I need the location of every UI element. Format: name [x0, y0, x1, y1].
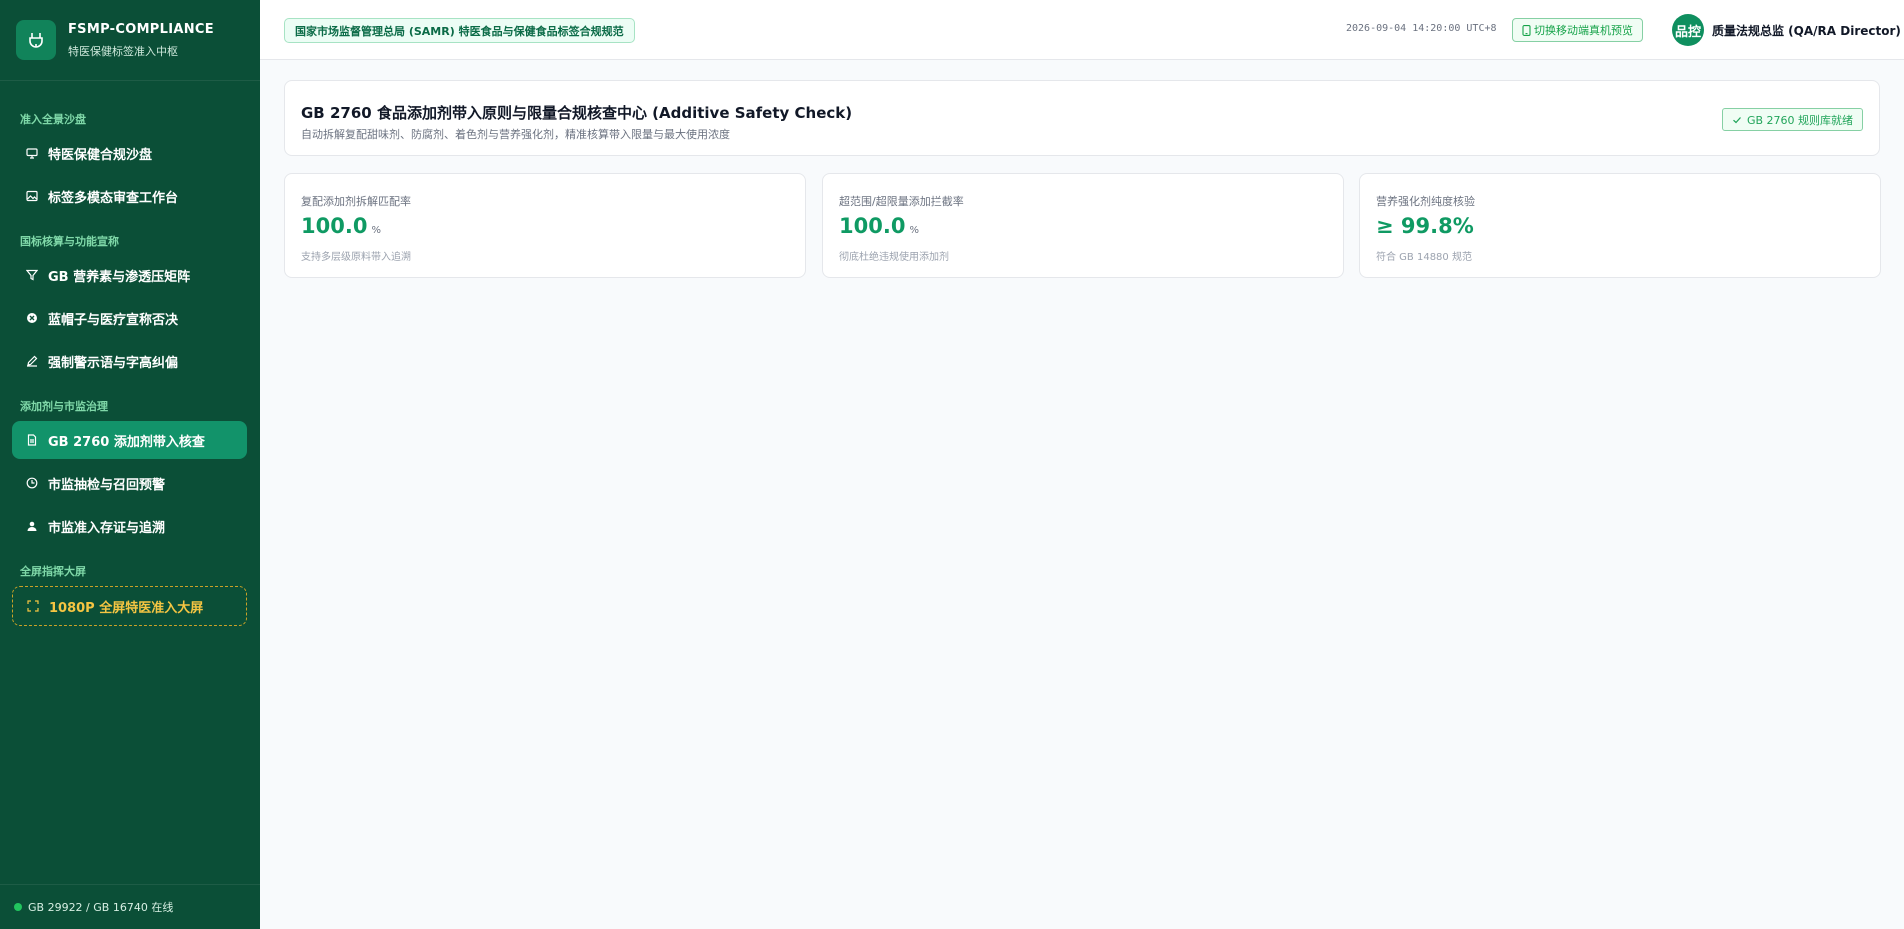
nav-group-standards: 国标核算与功能宣称 — [20, 235, 119, 248]
sidebar-item-label-review[interactable]: 标签多模态审查工作台 — [12, 177, 247, 215]
metric-value: 100.0% — [301, 214, 381, 238]
brand-subtitle: 特医保健标签准入中枢 — [68, 44, 178, 58]
brand-logo-icon — [16, 20, 56, 60]
mobile-preview-label: 切换移动端真机预览 — [1534, 24, 1633, 37]
sidebar-item-label: 强制警示语与字高纠偏 — [48, 355, 179, 371]
metric-note: 符合 GB 14880 规范 — [1376, 252, 1472, 263]
sidebar-item-label: GB 2760 添加剂带入核查 — [48, 434, 205, 450]
clock-icon — [26, 477, 38, 489]
sidebar-item-label: 市监准入存证与追溯 — [48, 520, 166, 536]
sidebar-item-recall-warning[interactable]: 市监抽检与召回预警 — [12, 464, 247, 502]
online-status-dot — [14, 903, 22, 911]
phone-icon — [1522, 24, 1531, 36]
mobile-preview-button[interactable]: 切换移动端真机预览 — [1512, 18, 1643, 42]
brand-title: FSMP-COMPLIANCE — [68, 21, 214, 37]
x-circle-icon — [26, 312, 38, 324]
brand: FSMP-COMPLIANCE 特医保健标签准入中枢 — [0, 0, 260, 81]
avatar[interactable]: 品控 — [1672, 14, 1704, 46]
filter-icon — [26, 269, 38, 281]
nav-group-bigscreen: 全屏指挥大屏 — [20, 565, 86, 578]
metric-card-decomposition: 复配添加剂拆解匹配率 100.0% 支持多层级原料带入追溯 — [284, 173, 806, 278]
sidebar-item-nutrient-matrix[interactable]: GB 营养素与渗透压矩阵 — [12, 256, 247, 294]
pen-icon — [26, 355, 38, 367]
sidebar-footer: GB 29922 / GB 16740 在线 — [0, 884, 260, 929]
sidebar-item-label: 标签多模态审查工作台 — [48, 190, 179, 206]
standards-status: GB 29922 / GB 16740 在线 — [28, 901, 174, 914]
nav-group-additives: 添加剂与市监治理 — [20, 400, 108, 413]
sidebar-item-label: 市监抽检与召回预警 — [48, 477, 166, 493]
sidebar-item-blue-hat-veto[interactable]: 蓝帽子与医疗宣称否决 — [12, 299, 247, 337]
regulation-badge: 国家市场监督管理总局 (SAMR) 特医食品与保健食品标签合规规范 — [284, 18, 635, 43]
metric-unit: % — [371, 225, 381, 236]
sidebar-item-label: 特医保健合规沙盘 — [48, 147, 153, 163]
rules-ready-label: GB 2760 规则库就绪 — [1746, 113, 1853, 127]
metric-label: 营养强化剂纯度核验 — [1376, 195, 1475, 208]
sidebar-item-gb2760-check[interactable]: GB 2760 添加剂带入核查 — [12, 421, 247, 459]
sidebar-item-label: 蓝帽子与医疗宣称否决 — [48, 312, 179, 328]
fullscreen-icon — [27, 600, 39, 612]
metric-label: 复配添加剂拆解匹配率 — [301, 195, 411, 208]
sidebar-item-label: 1080P 全屏特医准入大屏 — [49, 600, 204, 616]
sidebar: FSMP-COMPLIANCE 特医保健标签准入中枢 准入全景沙盘 特医保健合规… — [0, 0, 260, 929]
sidebar-item-traceability[interactable]: 市监准入存证与追溯 — [12, 507, 247, 545]
metric-note: 支持多层级原料带入追溯 — [301, 252, 411, 263]
page-title: GB 2760 食品添加剂带入原则与限量合规核查中心 (Additive Saf… — [301, 104, 853, 122]
sidebar-item-label: GB 营养素与渗透压矩阵 — [48, 269, 191, 285]
metric-value: ≥ 99.8% — [1376, 214, 1474, 238]
timestamp: 2026-09-04 14:20:00 UTC+8 — [1346, 23, 1497, 34]
check-icon — [1732, 115, 1742, 125]
metric-value: 100.0% — [839, 214, 919, 238]
nav-group-overview: 准入全景沙盘 — [20, 113, 86, 126]
metric-unit: % — [909, 225, 919, 236]
page-subtitle: 自动拆解复配甜味剂、防腐剂、着色剂与营养强化剂，精准核算带入限量与最大使用浓度 — [301, 128, 730, 141]
top-header: 国家市场监督管理总局 (SAMR) 特医食品与保健食品标签合规规范 2026-0… — [260, 0, 1904, 60]
document-icon — [26, 434, 38, 446]
image-icon — [26, 190, 38, 202]
user-icon — [26, 520, 38, 532]
metric-label: 超范围/超限量添加拦截率 — [839, 195, 964, 208]
metric-card-purity: 营养强化剂纯度核验 ≥ 99.8% 符合 GB 14880 规范 — [1359, 173, 1881, 278]
sidebar-item-compliance-sandbox[interactable]: 特医保健合规沙盘 — [12, 134, 247, 172]
page-title-card: GB 2760 食品添加剂带入原则与限量合规核查中心 (Additive Saf… — [284, 80, 1880, 156]
user-name[interactable]: 质量法规总监 (QA/RA Director) — [1712, 22, 1901, 39]
sidebar-item-fullscreen-dashboard[interactable]: 1080P 全屏特医准入大屏 — [12, 586, 247, 626]
sidebar-item-warning-correction[interactable]: 强制警示语与字高纠偏 — [12, 342, 247, 380]
rules-ready-badge: GB 2760 规则库就绪 — [1721, 108, 1863, 131]
metric-note: 彻底杜绝违规使用添加剂 — [839, 252, 949, 263]
monitor-icon — [26, 147, 38, 159]
metric-card-interception: 超范围/超限量添加拦截率 100.0% 彻底杜绝违规使用添加剂 — [822, 173, 1344, 278]
